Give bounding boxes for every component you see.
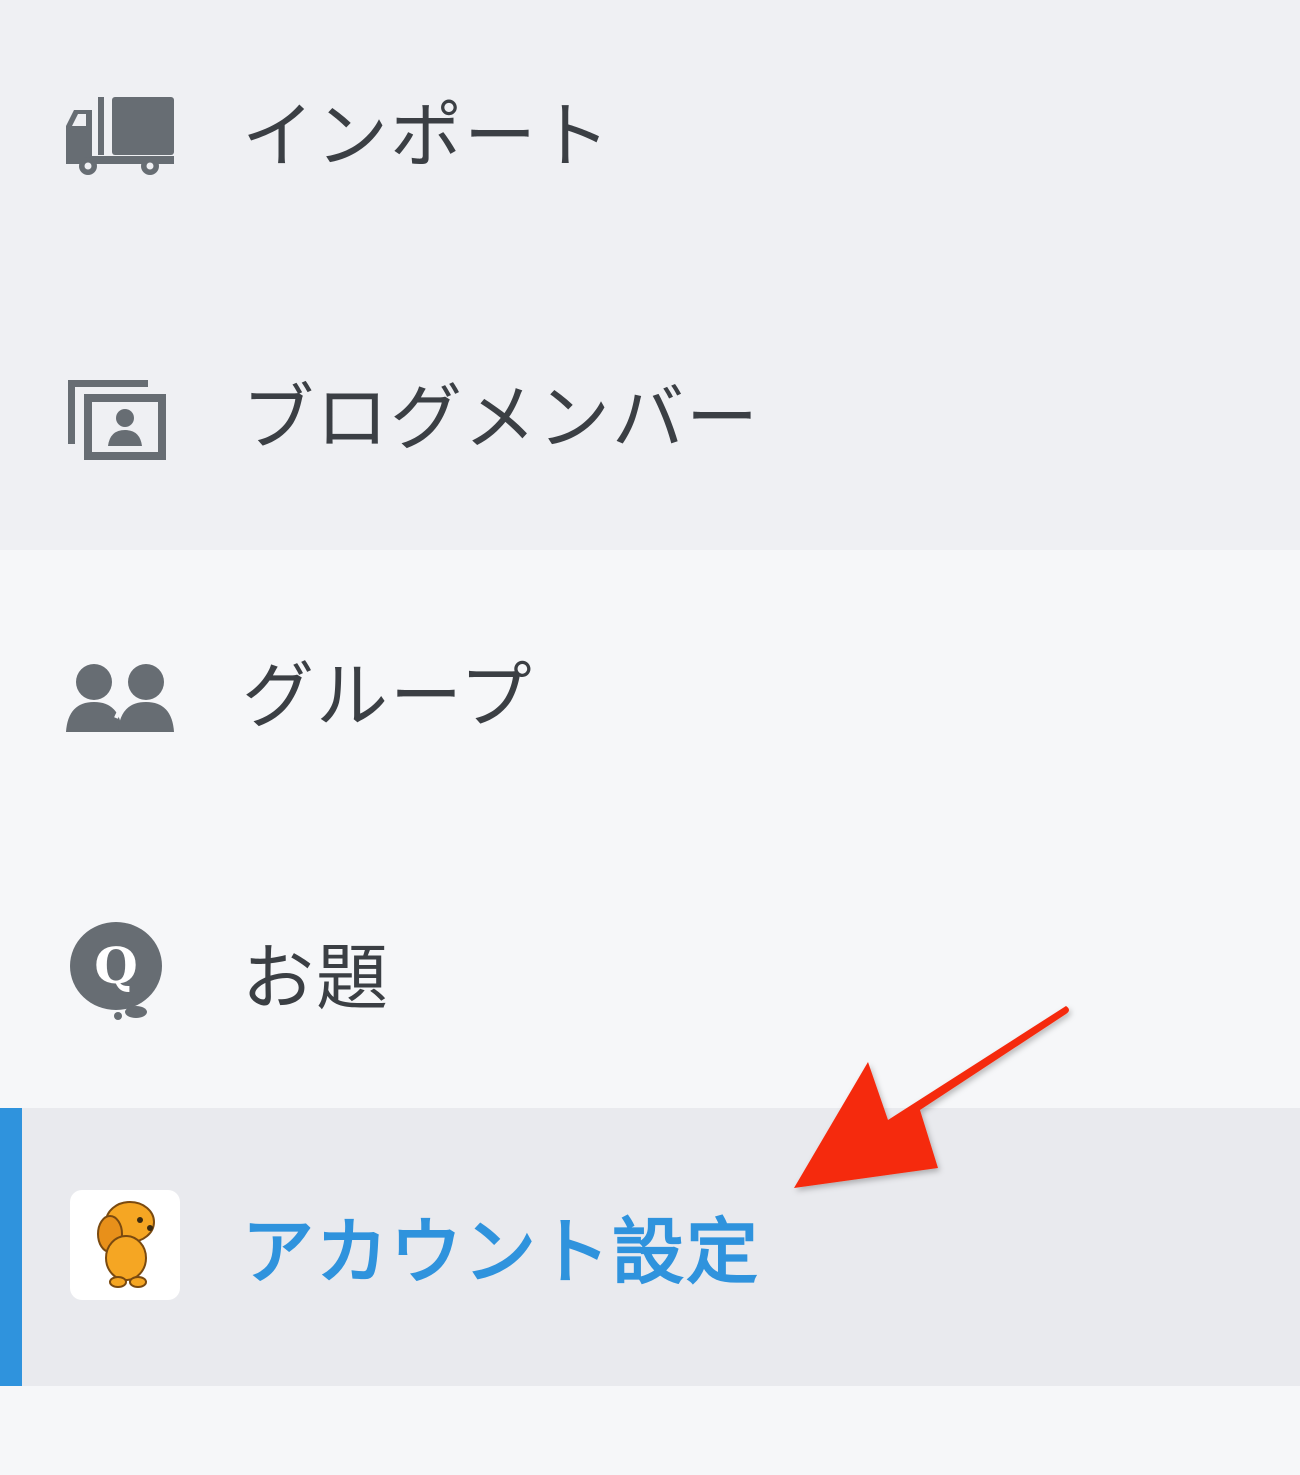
menu-item-group[interactable]: グループ (0, 556, 1300, 834)
member-card-icon (68, 380, 166, 460)
sidebar-menu: インポート ブログメンバー グループ Q お題 アカウント設定 (0, 0, 1300, 1475)
menu-item-import[interactable]: インポート (0, 0, 1300, 278)
truck-icon (66, 97, 174, 175)
menu-item-label: ブログメンバー (242, 376, 761, 460)
group-users-icon (66, 664, 174, 732)
menu-item-odai[interactable]: Q お題 (0, 834, 1300, 1112)
dog-icon (97, 1201, 155, 1288)
user-avatar (70, 1190, 180, 1300)
menu-item-label: お題 (242, 936, 391, 1020)
menu-item-label: アカウント設定 (242, 1210, 761, 1294)
question-bubble-icon: Q (70, 922, 162, 1020)
menu-item-label: インポート (242, 94, 613, 178)
menu-item-label: グループ (242, 654, 534, 738)
svg-text:Q: Q (94, 936, 138, 995)
menu-item-blog-members[interactable]: ブログメンバー (0, 278, 1300, 556)
menu-item-account-settings[interactable]: アカウント設定 (0, 1108, 1300, 1386)
